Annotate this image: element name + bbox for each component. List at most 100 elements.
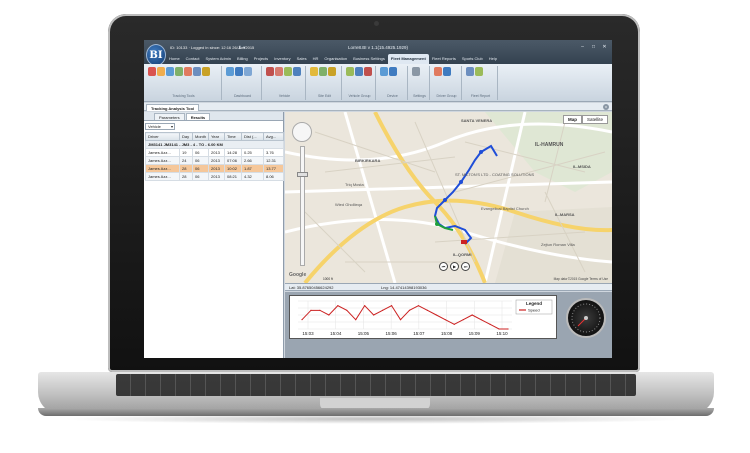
- menu-sales[interactable]: Sales: [294, 54, 310, 64]
- close-button[interactable]: ✕: [601, 44, 608, 50]
- speed-point[interactable]: [355, 319, 357, 321]
- site-icon[interactable]: [310, 67, 318, 76]
- flag-icon[interactable]: [184, 67, 192, 76]
- maximize-button[interactable]: □: [590, 44, 597, 50]
- column-header[interactable]: Time: [224, 132, 242, 141]
- menu-projects[interactable]: Projects: [251, 54, 271, 64]
- close-icon[interactable]: x: [603, 104, 609, 110]
- speed-point[interactable]: [301, 319, 303, 321]
- table-row-selected[interactable]: James Azz... 28 06 2013 10:02 1.87 13.77: [145, 164, 284, 173]
- driver-icon[interactable]: [443, 67, 451, 76]
- speed-point[interactable]: [373, 314, 375, 316]
- column-header[interactable]: Dist (...: [241, 132, 264, 141]
- driver-icon[interactable]: [434, 67, 442, 76]
- menu-help[interactable]: Help: [486, 54, 500, 64]
- tracking-icon[interactable]: [148, 67, 156, 76]
- column-header[interactable]: Month: [192, 132, 209, 141]
- speed-point[interactable]: [310, 309, 312, 311]
- menu-fleet-reports[interactable]: Fleet Reports: [429, 54, 459, 64]
- car-icon[interactable]: [275, 67, 283, 76]
- column-header[interactable]: Year: [208, 132, 225, 141]
- tab-tracking-analysis-tool[interactable]: Tracking Analysis Tool: [146, 104, 200, 111]
- table-row[interactable]: James Azz... 24 06 2013 07:06 2.66 12.31: [145, 156, 284, 165]
- zoom-slider[interactable]: [300, 146, 305, 266]
- device-icon[interactable]: [380, 67, 388, 76]
- speed-point[interactable]: [453, 323, 455, 325]
- play-icon[interactable]: ▶: [450, 262, 459, 271]
- car-icon[interactable]: [293, 67, 301, 76]
- menu-hr[interactable]: HR: [310, 54, 322, 64]
- route-icon[interactable]: [157, 67, 165, 76]
- route-point[interactable]: [443, 198, 447, 202]
- speed-point[interactable]: [328, 314, 330, 316]
- speed-point[interactable]: [399, 319, 402, 321]
- table-row[interactable]: James Azz... 28 06 2013 08:21 4.32 8.06: [145, 172, 284, 181]
- menu-inventory[interactable]: Inventory: [271, 54, 293, 64]
- speed-point[interactable]: [426, 309, 428, 311]
- tools-icon[interactable]: [202, 67, 210, 76]
- speed-point[interactable]: [444, 319, 446, 321]
- speed-point[interactable]: [498, 328, 500, 330]
- route-point[interactable]: [479, 150, 483, 154]
- menu-business-settings[interactable]: Business Settings: [350, 54, 388, 64]
- pan-control-icon[interactable]: [292, 122, 312, 142]
- truck-icon[interactable]: [166, 67, 174, 76]
- speed-point[interactable]: [390, 305, 393, 307]
- pin-icon[interactable]: [193, 67, 201, 76]
- truck-icon[interactable]: [244, 67, 252, 76]
- speed-point[interactable]: [337, 305, 339, 307]
- speed-point[interactable]: [507, 328, 509, 330]
- speed-point[interactable]: [471, 314, 473, 316]
- speed-point[interactable]: [480, 319, 482, 321]
- truck-icon[interactable]: [226, 67, 234, 76]
- speed-point[interactable]: [408, 309, 411, 311]
- menu-fleet-management[interactable]: Fleet Management: [387, 54, 429, 64]
- group-icon[interactable]: [355, 67, 363, 76]
- speed-point[interactable]: [382, 309, 384, 311]
- car-icon[interactable]: [266, 67, 274, 76]
- speed-chart[interactable]: 15:03 15:04 15:05 15:06 15:07 15:08 15:09 15:10…: [290, 296, 556, 338]
- table-row[interactable]: James Azz... 19 06 2013 14:28 0.25 3.76: [145, 148, 284, 157]
- map-canvas[interactable]: [285, 112, 612, 283]
- car-icon[interactable]: [284, 67, 292, 76]
- menu-home[interactable]: Home: [166, 54, 183, 64]
- vehicle-marker-icon[interactable]: [461, 240, 467, 244]
- menu-contact[interactable]: Contact: [183, 54, 203, 64]
- speed-point[interactable]: [489, 323, 491, 325]
- minimize-button[interactable]: –: [579, 44, 586, 50]
- group-icon[interactable]: [346, 67, 354, 76]
- speed-point[interactable]: [364, 305, 366, 307]
- column-header[interactable]: Day: [179, 132, 193, 141]
- tab-results[interactable]: Results: [185, 113, 211, 120]
- map-type-satellite[interactable]: Satellite: [581, 115, 608, 124]
- route-point[interactable]: [435, 222, 439, 226]
- gear-icon[interactable]: [412, 67, 420, 76]
- menu-system-admin[interactable]: System Admin: [202, 54, 234, 64]
- rewind-icon[interactable]: ⏮: [439, 262, 448, 271]
- truck-icon[interactable]: [235, 67, 243, 76]
- report-icon[interactable]: [466, 67, 474, 76]
- column-header[interactable]: Avg...: [263, 132, 284, 141]
- speed-point[interactable]: [417, 305, 420, 307]
- menu-sports-club[interactable]: Sports Club: [459, 54, 486, 64]
- speed-point[interactable]: [462, 319, 464, 321]
- speed-point[interactable]: [319, 309, 321, 311]
- vehicle-select[interactable]: Vehicle ▾: [145, 123, 175, 130]
- map-type-map[interactable]: Map: [562, 115, 582, 124]
- map-view[interactable]: SANTA VENERA IL-HAMRUN IL-MSIDA IL-MARSA…: [285, 112, 612, 283]
- report-icon[interactable]: [475, 67, 483, 76]
- group-row[interactable]: JM3141 JM3141 - JM3 - 4 - TO - 6.00 KM: [145, 140, 284, 149]
- fast-forward-icon[interactable]: ⏭: [461, 262, 470, 271]
- group-icon[interactable]: [364, 67, 372, 76]
- menu-organisation[interactable]: Organisation: [321, 54, 350, 64]
- device-icon[interactable]: [389, 67, 397, 76]
- speed-point[interactable]: [435, 314, 437, 316]
- map-icon[interactable]: [175, 67, 183, 76]
- tab-parameters[interactable]: Parameters: [154, 113, 185, 120]
- speed-point[interactable]: [346, 309, 348, 311]
- site-icon[interactable]: [319, 67, 327, 76]
- zoom-slider-handle[interactable]: [297, 172, 308, 177]
- site-icon[interactable]: [328, 67, 336, 76]
- map-copyright[interactable]: Map data ©2015 Google Terms of Use: [554, 277, 608, 281]
- route-point[interactable]: [459, 180, 463, 184]
